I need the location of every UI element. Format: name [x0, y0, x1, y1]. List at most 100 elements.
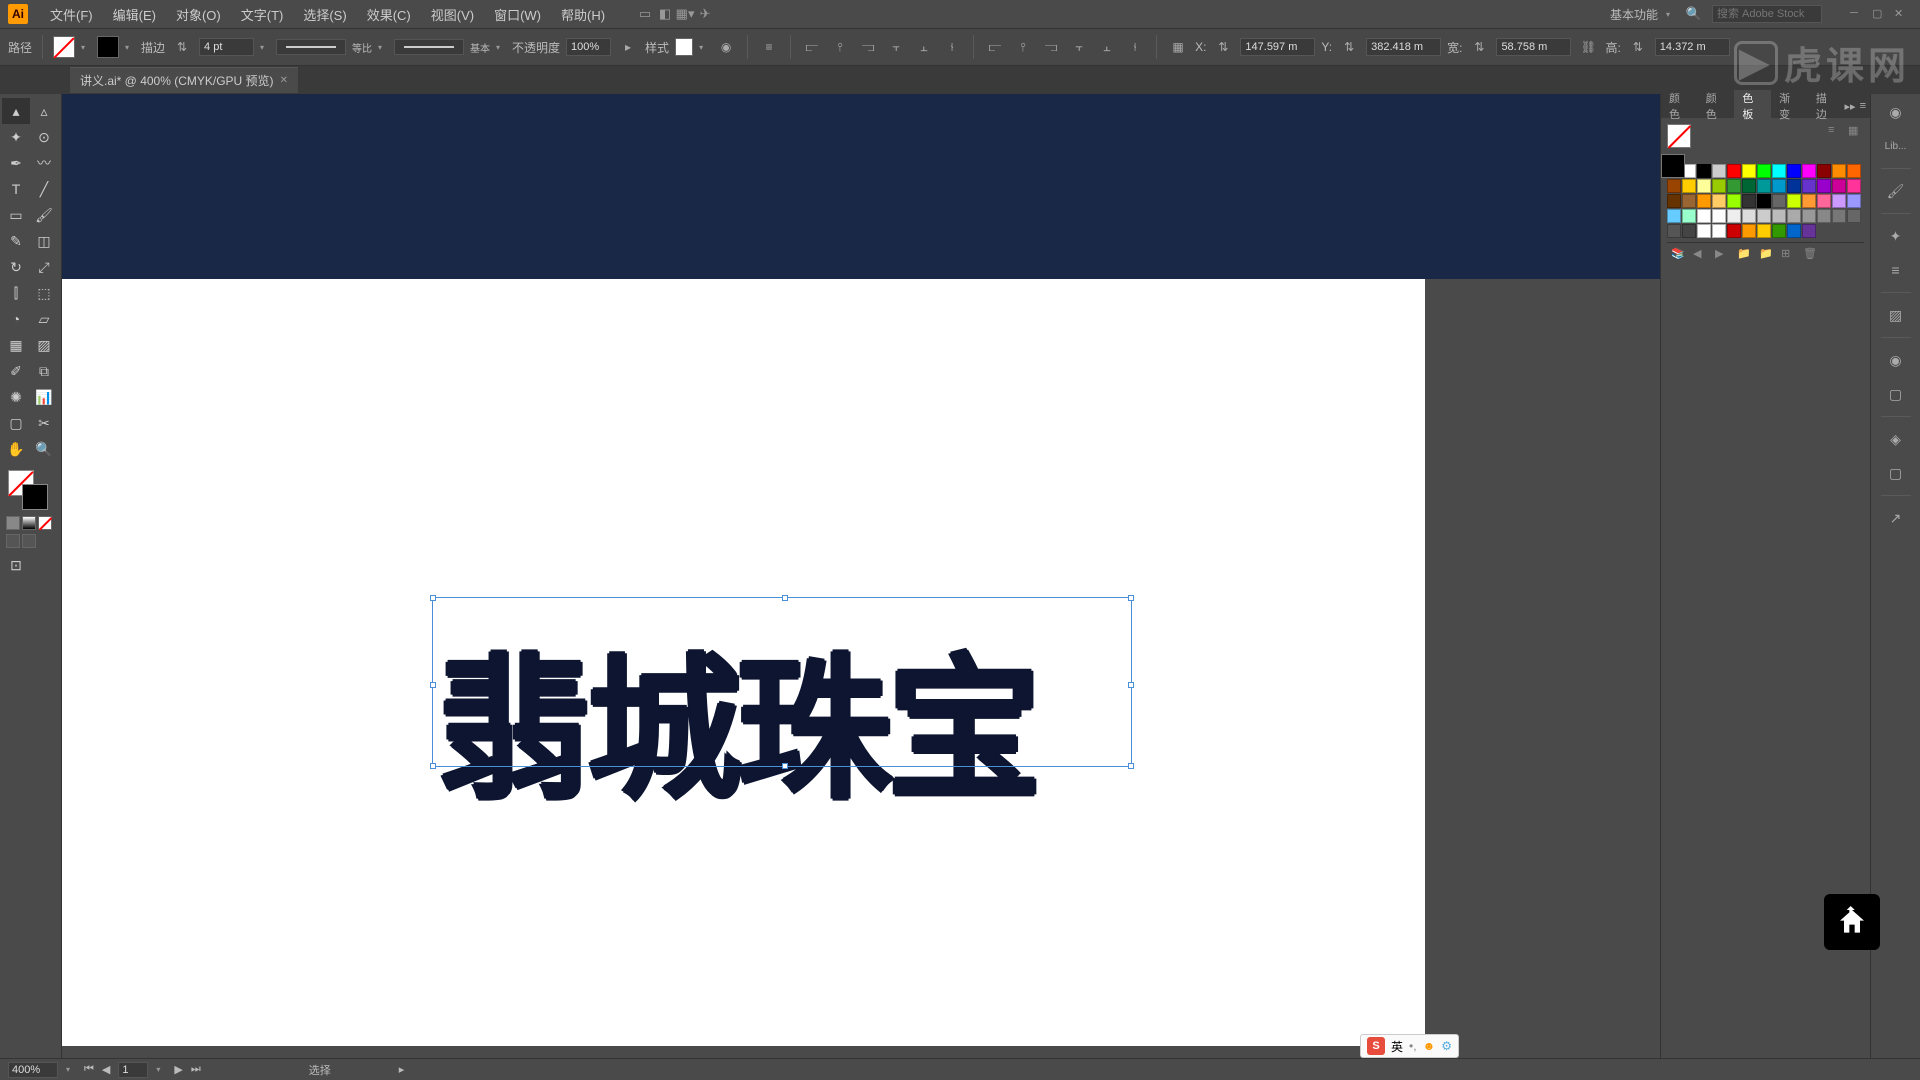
maximize-button[interactable]: ▢	[1872, 7, 1890, 21]
screen-mode-toggle[interactable]: ⊡	[2, 552, 30, 578]
stroke-profile[interactable]	[276, 39, 346, 55]
transform-anchor-icon[interactable]: ▦	[1167, 36, 1189, 58]
doc-icon[interactable]: ◧	[655, 4, 675, 24]
style-label[interactable]: 样式	[645, 39, 669, 56]
swatch-cell[interactable]	[1697, 194, 1711, 208]
color-mode-none[interactable]	[38, 516, 52, 530]
hand-tool[interactable]: ✋	[2, 436, 30, 462]
stroke-swatch[interactable]	[97, 36, 119, 58]
valign-middle-icon[interactable]: ⫠	[913, 36, 935, 58]
stroke-weight-input[interactable]	[199, 38, 254, 56]
swatch-cell[interactable]	[1742, 224, 1756, 238]
pen-tool[interactable]: ✒	[2, 150, 30, 176]
swatch-delete-icon[interactable]: 🗑	[1803, 247, 1819, 263]
draw-mode-icon[interactable]	[22, 534, 36, 548]
swatch-cell[interactable]	[1727, 209, 1741, 223]
w-input[interactable]	[1496, 38, 1571, 56]
menu-object[interactable]: 对象(O)	[166, 5, 231, 24]
workspace-label[interactable]: 基本功能	[1610, 6, 1658, 23]
swatch-cell[interactable]	[1712, 194, 1726, 208]
scale-tool[interactable]: ⤢	[30, 254, 58, 280]
swatch-cell[interactable]	[1667, 194, 1681, 208]
paintbrush-tool[interactable]: 🖌	[30, 202, 58, 228]
stroke-color[interactable]	[22, 484, 48, 510]
swatch-cell[interactable]	[1832, 209, 1846, 223]
home-float-button[interactable]	[1824, 894, 1880, 950]
graph-tool[interactable]: 📊	[30, 384, 58, 410]
swatch-cell[interactable]	[1667, 224, 1681, 238]
swatch-new-icon[interactable]: ⊞	[1781, 247, 1797, 263]
swatch-group-icon[interactable]: 📁	[1737, 247, 1753, 263]
swatch-cell[interactable]	[1727, 164, 1741, 178]
page-dropdown[interactable]: ▾	[156, 1065, 166, 1074]
brush-profile[interactable]	[394, 39, 464, 55]
swatch-cell[interactable]	[1847, 209, 1861, 223]
swatch-new-folder-icon[interactable]: 📁	[1759, 247, 1775, 263]
document-tab[interactable]: 讲义.ai* @ 400% (CMYK/GPU 预览) ✕	[70, 67, 298, 93]
link-wh-icon[interactable]: ⛓	[1577, 36, 1599, 58]
menu-view[interactable]: 视图(V)	[421, 5, 484, 24]
swatch-cell[interactable]	[1712, 179, 1726, 193]
swatch-cell[interactable]	[1727, 224, 1741, 238]
swatch-cell[interactable]	[1712, 224, 1726, 238]
stroke-weight-dropdown[interactable]: ▾	[260, 43, 270, 52]
selection-tool[interactable]: ▴	[2, 98, 30, 124]
search-stock-input[interactable]	[1712, 5, 1822, 23]
swatch-cell[interactable]	[1682, 224, 1696, 238]
swatch-cell[interactable]	[1697, 209, 1711, 223]
ime-logo-icon[interactable]: S	[1367, 1037, 1385, 1055]
align-icon[interactable]: ≡	[758, 36, 780, 58]
swatch-cell[interactable]	[1697, 164, 1711, 178]
curvature-tool[interactable]: 〰	[30, 150, 58, 176]
swatch-cell[interactable]	[1727, 194, 1741, 208]
gradient-tool[interactable]: ▨	[30, 332, 58, 358]
swatch-cell[interactable]	[1772, 179, 1786, 193]
menu-effect[interactable]: 效果(C)	[357, 5, 421, 24]
status-arrow-icon[interactable]: ▸	[399, 1063, 405, 1076]
gpu-icon[interactable]: ✈	[695, 4, 715, 24]
lasso-tool[interactable]: ⊙	[30, 124, 58, 150]
menu-type[interactable]: 文字(T)	[231, 5, 294, 24]
panel-tab-swatches[interactable]: 色板	[1734, 90, 1771, 122]
valign-bottom-icon[interactable]: ⫮	[941, 36, 963, 58]
zoom-tool[interactable]: 🔍	[30, 436, 58, 462]
swatch-cell[interactable]	[1847, 194, 1861, 208]
screen-mode-icon[interactable]	[6, 534, 20, 548]
stroke-stepper-icon[interactable]: ⇅	[171, 36, 193, 58]
swatch-cell[interactable]	[1832, 194, 1846, 208]
h-stepper[interactable]: ⇅	[1627, 36, 1649, 58]
layout-icon[interactable]: ▭	[635, 4, 655, 24]
workspace-dropdown[interactable]: ▾	[1666, 10, 1676, 19]
swatch-cell[interactable]	[1832, 164, 1846, 178]
ime-lang-label[interactable]: 英	[1391, 1038, 1403, 1055]
swatch-cell[interactable]	[1712, 164, 1726, 178]
valign-top-icon[interactable]: ⫟	[885, 36, 907, 58]
swatch-cell[interactable]	[1802, 209, 1816, 223]
search-icon[interactable]: 🔍	[1684, 4, 1704, 24]
current-stroke-swatch[interactable]	[1661, 154, 1685, 178]
dist-h2-icon[interactable]: ⫯	[1012, 36, 1034, 58]
halign-left-icon[interactable]: ⫍	[801, 36, 823, 58]
swatch-grid-view-icon[interactable]: ▦	[1848, 124, 1864, 140]
symbol-sprayer-tool[interactable]: ✺	[2, 384, 30, 410]
swatch-cell[interactable]	[1742, 179, 1756, 193]
swatch-cell[interactable]	[1802, 179, 1816, 193]
swatch-cell[interactable]	[1757, 224, 1771, 238]
dock-graphic-styles-icon[interactable]: ▢	[1884, 382, 1908, 406]
dist-h1-icon[interactable]: ⫍	[984, 36, 1006, 58]
magic-wand-tool[interactable]: ✦	[2, 124, 30, 150]
direct-selection-tool[interactable]: ▵	[30, 98, 58, 124]
ime-punct-icon[interactable]: •,	[1409, 1039, 1417, 1053]
y-stepper[interactable]: ⇅	[1338, 36, 1360, 58]
stroke-label[interactable]: 描边	[141, 39, 165, 56]
zoom-input[interactable]	[8, 1062, 58, 1078]
opacity-arrow[interactable]: ▸	[617, 36, 639, 58]
opacity-input[interactable]	[566, 38, 611, 56]
fill-swatch[interactable]	[53, 36, 75, 58]
swatch-cell[interactable]	[1682, 179, 1696, 193]
dist-v3-icon[interactable]: ⫮	[1124, 36, 1146, 58]
stroke-dropdown[interactable]: ▾	[125, 43, 135, 52]
dock-brushes-icon[interactable]: 🖌	[1884, 179, 1908, 203]
swatch-cell[interactable]	[1832, 179, 1846, 193]
swatch-cell[interactable]	[1757, 194, 1771, 208]
